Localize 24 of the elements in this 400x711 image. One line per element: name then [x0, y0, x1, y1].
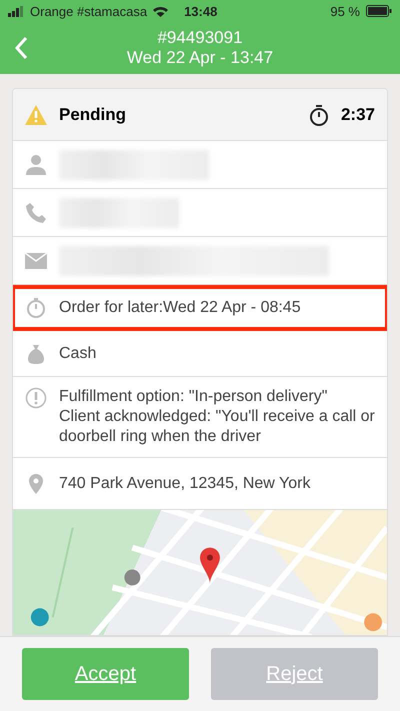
countdown-timer: 2:37 [340, 104, 375, 124]
signal-icon [8, 6, 24, 16]
battery-icon [366, 5, 392, 17]
battery-percent: 95 % [330, 4, 360, 18]
wifi-icon [153, 6, 168, 16]
person-icon [25, 154, 47, 176]
back-icon[interactable] [14, 36, 28, 60]
envelope-icon [25, 252, 47, 268]
payment-method: Cash [59, 344, 96, 364]
stopwatch-icon [308, 104, 329, 126]
fulfillment-note: Fulfillment option: "In-person delivery" Client acknowledged: "You'll receive a call or doorbell ring when the driver [59, 387, 375, 447]
order-number: #94493091 [157, 28, 243, 48]
exclamation-icon [25, 387, 47, 409]
stopwatch-icon [25, 297, 47, 319]
accept-button[interactable]: Accept [22, 648, 189, 700]
clock-time: 13:48 [184, 4, 218, 18]
phone-icon [25, 202, 47, 224]
carrier-name: Orange #stamacasa [30, 4, 148, 18]
order-date: Wed 22 Apr - 13:47 [126, 48, 274, 68]
warning-icon [25, 104, 47, 124]
money-bag-icon [25, 342, 47, 364]
delivery-address: 740 Park Avenue, 12345, New York [59, 474, 310, 494]
order-status: Pending [59, 104, 128, 124]
scheduled-time: Order for later:Wed 22 Apr - 08:45 [59, 298, 301, 318]
